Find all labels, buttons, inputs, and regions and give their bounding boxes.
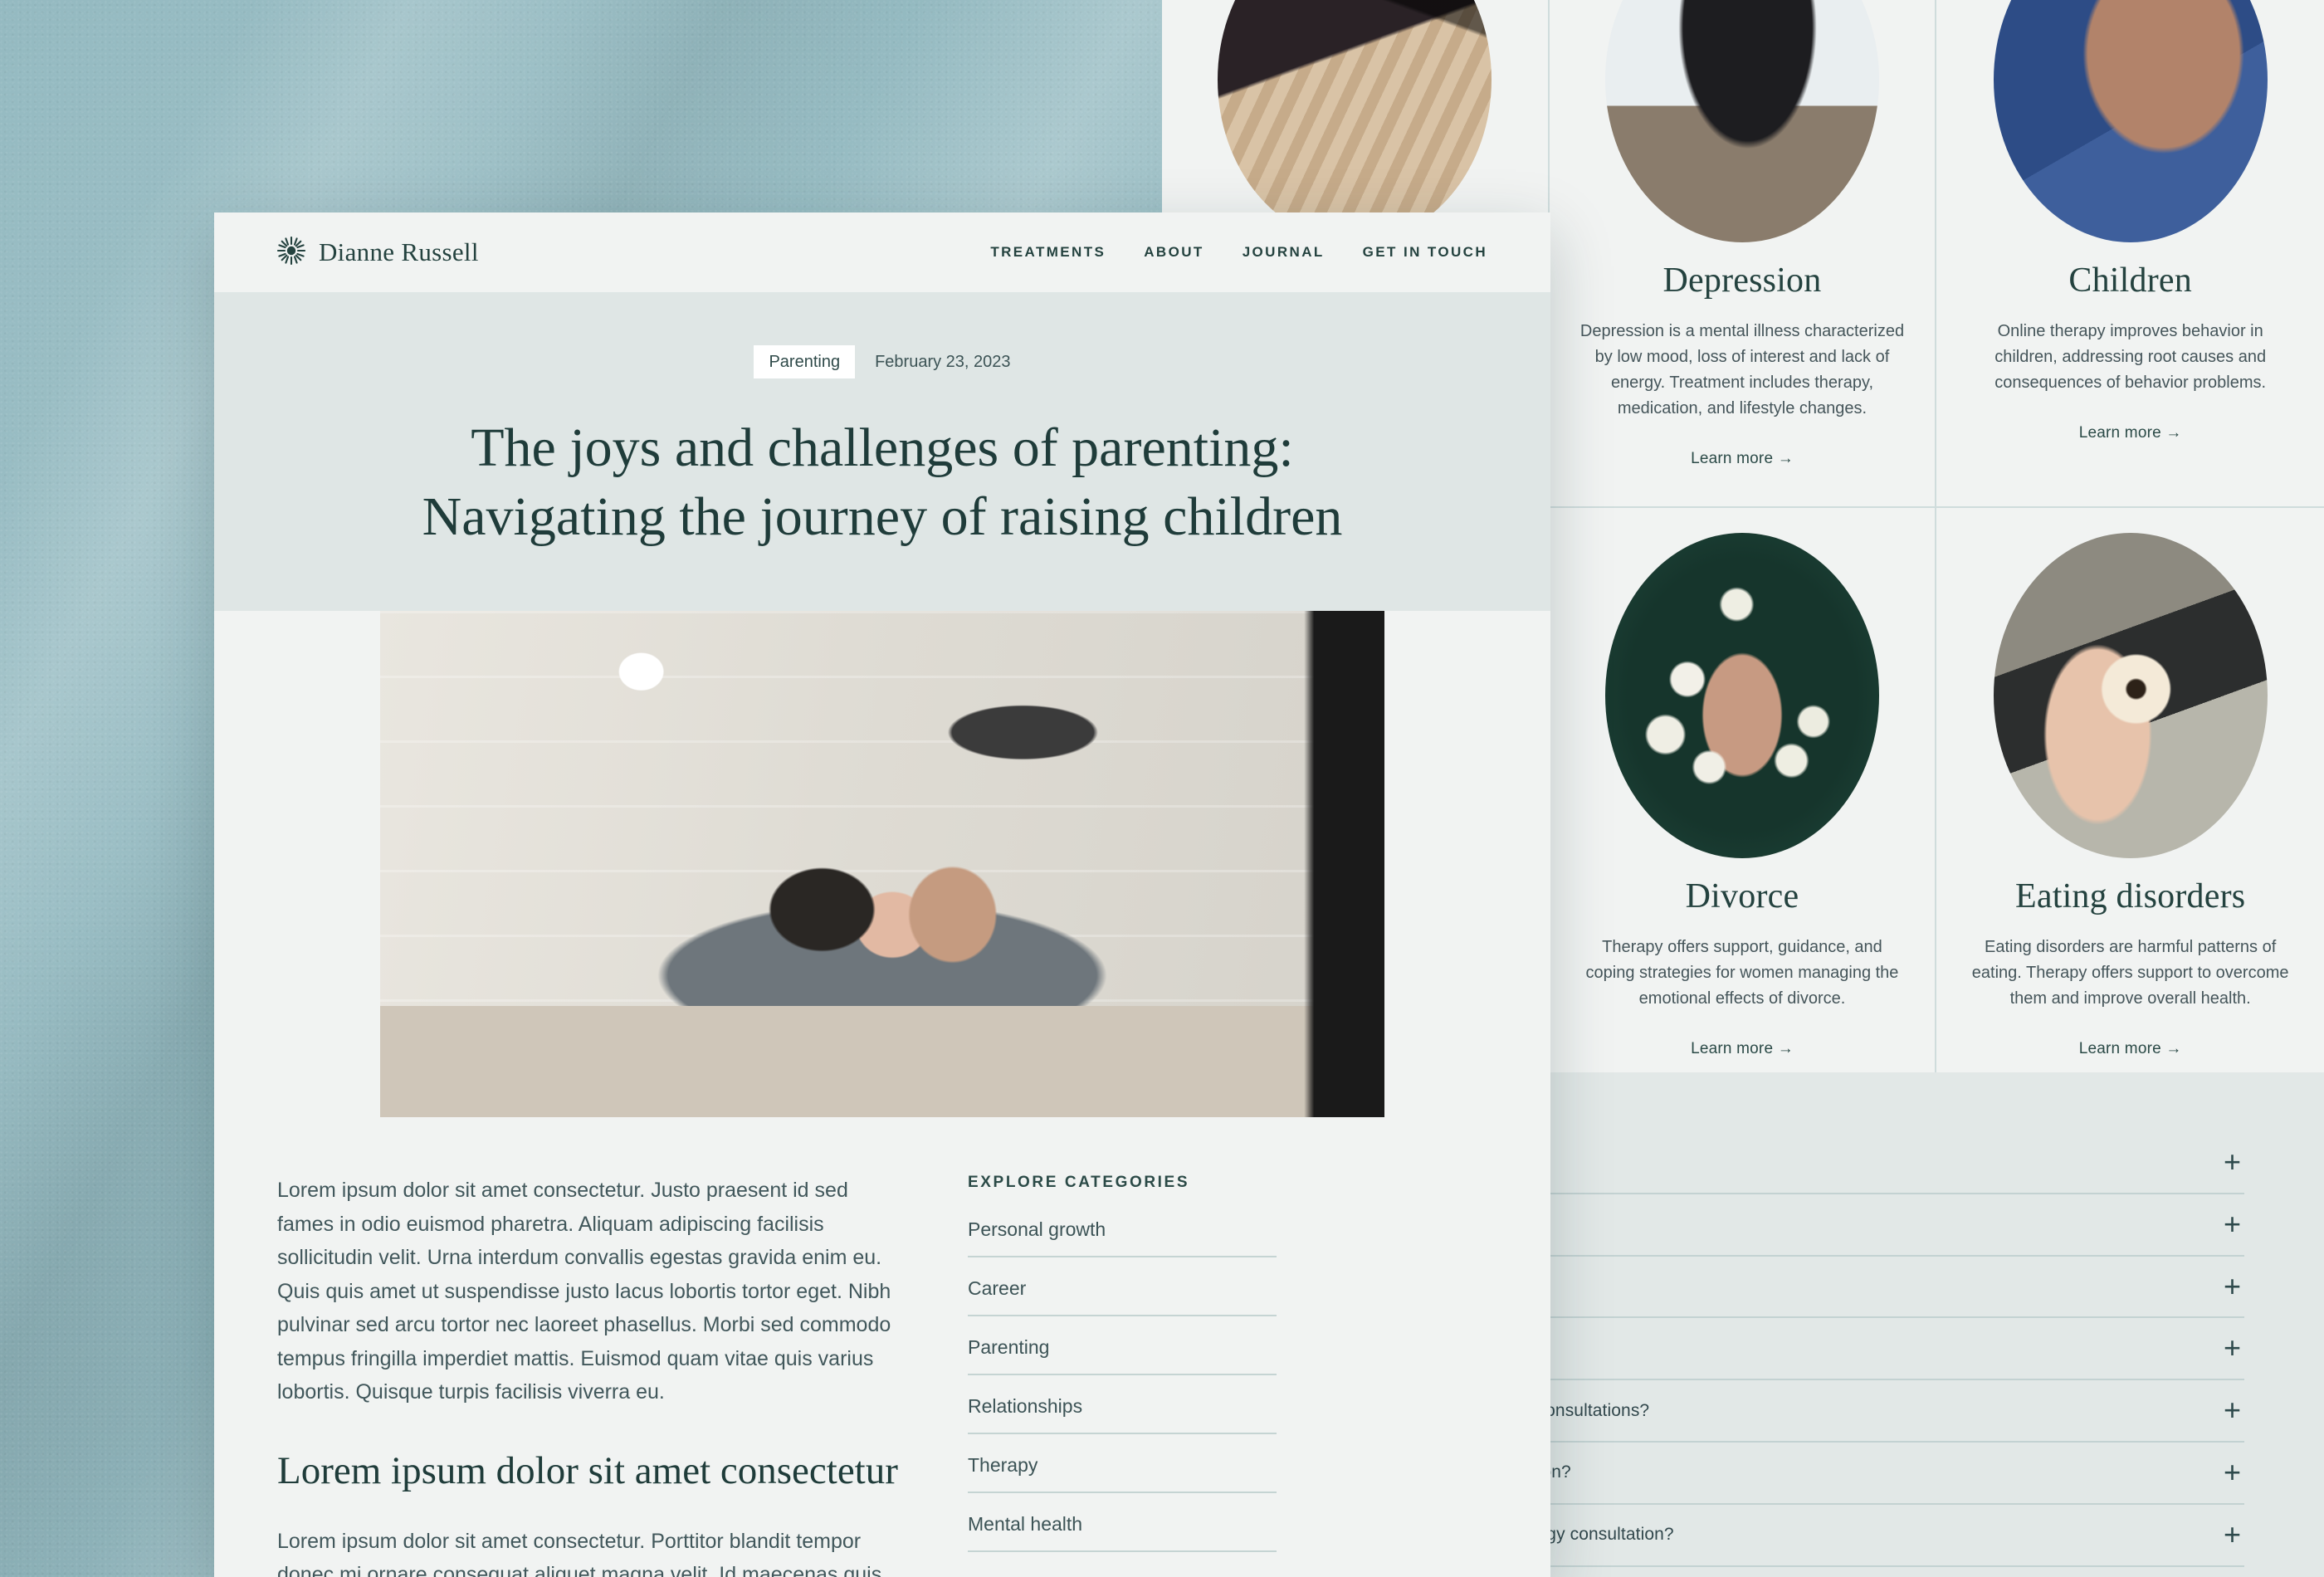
plus-icon[interactable]: + bbox=[2207, 1395, 2241, 1425]
article-body: Lorem ipsum dolor sit amet consectetur. … bbox=[214, 1117, 1550, 1577]
learn-more-link[interactable]: Learn more → bbox=[1691, 1040, 1794, 1057]
main-nav: TREATMENTS ABOUT JOURNAL GET IN TOUCH bbox=[990, 244, 1487, 261]
category-link[interactable]: Parenting bbox=[968, 1336, 1277, 1376]
learn-more-link[interactable]: Learn more → bbox=[2079, 1040, 2182, 1057]
category-link[interactable]: Mental health bbox=[968, 1513, 1277, 1553]
treatment-description: Therapy offers support, guidance, and co… bbox=[1585, 938, 1899, 1008]
treatment-title: Depression bbox=[1662, 261, 1822, 300]
learn-more-link[interactable]: Learn more → bbox=[1691, 450, 1794, 467]
treatment-description: Online therapy improves behavior in chil… bbox=[1994, 322, 2267, 392]
article-title: The joys and challenges of parenting: Na… bbox=[422, 417, 1343, 548]
site-header: Dianne Russell TREATMENTS ABOUT JOURNAL … bbox=[214, 212, 1550, 292]
category-badge[interactable]: Parenting bbox=[754, 345, 856, 378]
article-card: Dianne Russell TREATMENTS ABOUT JOURNAL … bbox=[214, 212, 1550, 1577]
treatment-description: Depression is a mental illness character… bbox=[1579, 322, 1905, 417]
treatment-card[interactable]: Eating disorders Eating disorders are har… bbox=[1936, 508, 2324, 1098]
plus-icon[interactable]: + bbox=[2207, 1271, 2241, 1301]
category-link[interactable]: Therapy bbox=[968, 1454, 1277, 1494]
treatment-photo bbox=[1604, 0, 1879, 242]
treatment-card[interactable]: Depression Depression is a mental illness… bbox=[1549, 0, 1937, 508]
article-meta: Parenting February 23, 2023 bbox=[214, 345, 1550, 378]
brand-logo[interactable]: Dianne Russell bbox=[276, 236, 479, 269]
article-subheading: Lorem ipsum dolor sit amet consectetur bbox=[277, 1448, 898, 1492]
article-hero: Parenting February 23, 2023 The joys and… bbox=[214, 292, 1550, 612]
category-link[interactable]: Personal growth bbox=[968, 1218, 1277, 1258]
plus-icon[interactable]: + bbox=[2207, 1208, 2241, 1238]
treatment-description: Eating disorders are harmful patterns of… bbox=[1971, 938, 2289, 1008]
category-link[interactable]: Relationships bbox=[968, 1395, 1277, 1435]
plus-icon[interactable]: + bbox=[2207, 1333, 2241, 1363]
plus-icon[interactable]: + bbox=[2207, 1457, 2241, 1487]
plus-icon[interactable]: + bbox=[2207, 1147, 2241, 1177]
treatment-card[interactable]: Children Online therapy improves behavior… bbox=[1936, 0, 2324, 508]
article-hero-image bbox=[380, 611, 1384, 1118]
treatment-photo bbox=[1604, 533, 1879, 858]
treatment-title: Eating disorders bbox=[2015, 877, 2246, 915]
article-paragraph-1: Lorem ipsum dolor sit amet consectetur. … bbox=[277, 1179, 891, 1404]
treatment-photo bbox=[1218, 0, 1492, 242]
article-paragraph-2: Lorem ipsum dolor sit amet consectetur. … bbox=[277, 1529, 882, 1577]
starburst-icon bbox=[276, 236, 306, 269]
treatment-photo bbox=[1993, 0, 2268, 242]
category-link[interactable]: Career bbox=[968, 1277, 1277, 1317]
plus-icon[interactable]: + bbox=[2207, 1519, 2241, 1549]
treatment-title: Children bbox=[2068, 261, 2192, 300]
brand-name: Dianne Russell bbox=[319, 237, 479, 266]
treatment-photo bbox=[1993, 533, 2268, 858]
treatment-card[interactable]: Divorce Therapy offers support, guidance,… bbox=[1549, 508, 1937, 1098]
categories-heading: EXPLORE CATEGORIES bbox=[968, 1174, 1190, 1192]
nav-item-treatments[interactable]: TREATMENTS bbox=[990, 244, 1106, 261]
learn-more-link[interactable]: Learn more → bbox=[2079, 424, 2182, 442]
nav-item-get-in-touch[interactable]: GET IN TOUCH bbox=[1363, 244, 1487, 261]
nav-item-about[interactable]: ABOUT bbox=[1144, 244, 1204, 261]
publish-date: February 23, 2023 bbox=[875, 352, 1011, 371]
nav-item-journal[interactable]: JOURNAL bbox=[1243, 244, 1325, 261]
treatment-title: Divorce bbox=[1685, 877, 1799, 915]
article-text-column: Lorem ipsum dolor sit amet consectetur. … bbox=[277, 1174, 908, 1577]
categories-sidebar: EXPLORE CATEGORIES Personal growth Career… bbox=[968, 1174, 1277, 1577]
